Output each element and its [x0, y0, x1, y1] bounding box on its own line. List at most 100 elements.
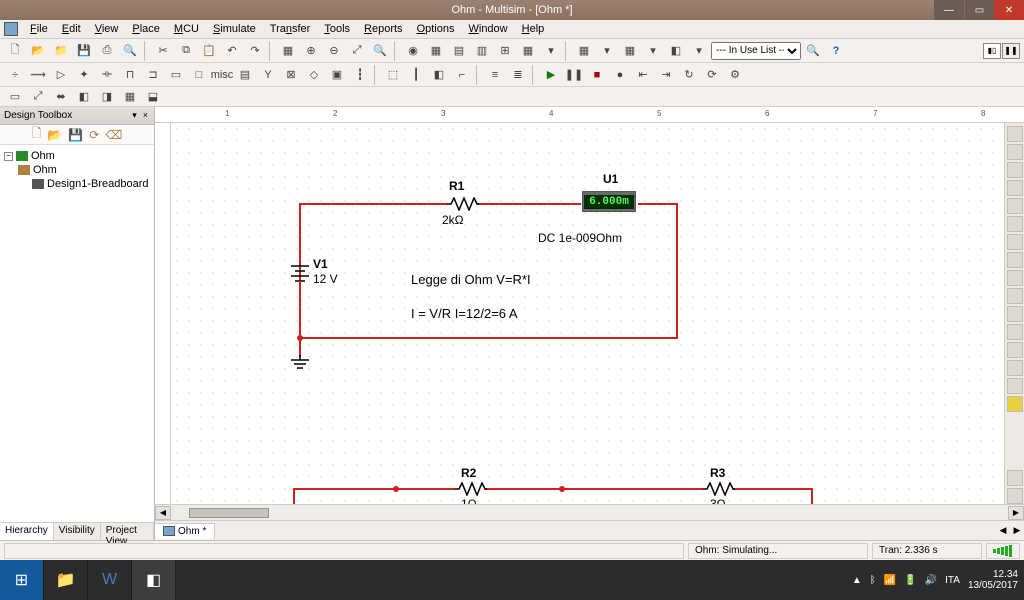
align-a[interactable]: ≡ — [484, 65, 506, 85]
sim-pause-button[interactable]: ❚❚ — [563, 65, 585, 85]
tool-a[interactable]: ◉ — [402, 41, 424, 61]
instr-1[interactable] — [1007, 126, 1023, 142]
note-1[interactable]: Legge di Ohm V=R*I — [411, 272, 531, 287]
tb-open-icon[interactable]: 📂 — [47, 128, 62, 142]
window-maximize-button[interactable]: ▭ — [964, 0, 994, 20]
preview-button[interactable]: 🔍 — [119, 41, 141, 61]
menu-transfer[interactable]: Transfer — [264, 22, 317, 36]
scrollbar-thumb[interactable] — [189, 508, 269, 518]
menu-options[interactable]: Options — [411, 22, 461, 36]
menu-edit[interactable]: Edit — [56, 22, 87, 36]
menu-view[interactable]: View — [89, 22, 125, 36]
tray-wifi-icon[interactable]: 📶 — [884, 575, 896, 586]
tree-breadboard[interactable]: Design1-Breadboard — [32, 177, 152, 191]
ex-g[interactable]: ⬓ — [142, 87, 164, 107]
place-b[interactable]: ┃ — [405, 65, 427, 85]
zoom-area-button[interactable]: 🔍 — [369, 41, 391, 61]
comp-n[interactable]: ◇ — [303, 65, 325, 85]
comp-k[interactable]: ▤ — [234, 65, 256, 85]
tb-new-icon[interactable]: 🗋 — [32, 124, 42, 145]
v1-symbol[interactable] — [289, 258, 311, 288]
instr-9[interactable] — [1007, 270, 1023, 286]
comp-o[interactable]: ▣ — [326, 65, 348, 85]
instr-17[interactable] — [1007, 470, 1023, 486]
r1-symbol[interactable] — [447, 197, 479, 211]
taskbar-explorer[interactable]: 📁 — [44, 560, 88, 600]
r2-label[interactable]: R2 — [461, 466, 476, 480]
menu-help[interactable]: Help — [516, 22, 551, 36]
scroll-right-icon[interactable]: ▶ — [1008, 506, 1024, 520]
help-button[interactable]: ? — [825, 41, 847, 61]
comp-p[interactable]: ┇ — [349, 65, 371, 85]
new-button[interactable]: 🗋 — [4, 41, 26, 61]
tab-project-view[interactable]: Project View — [101, 523, 154, 540]
tray-clock[interactable]: 12.34 13/05/2017 — [968, 569, 1018, 591]
comp-b[interactable]: ⟿ — [27, 65, 49, 85]
cut-button[interactable]: ✂ — [152, 41, 174, 61]
instr-13[interactable] — [1007, 342, 1023, 358]
sim-run-switch[interactable]: ▮▯ — [983, 43, 1001, 59]
instr-5[interactable] — [1007, 198, 1023, 214]
comp-g[interactable]: ⊐ — [142, 65, 164, 85]
menu-place[interactable]: Place — [126, 22, 166, 36]
menu-window[interactable]: Window — [462, 22, 513, 36]
instr-6[interactable] — [1007, 216, 1023, 232]
menu-simulate[interactable]: Simulate — [207, 22, 262, 36]
comp-i[interactable]: □ — [188, 65, 210, 85]
undo-button[interactable]: ↶ — [221, 41, 243, 61]
ex-b[interactable]: ⤢ — [27, 87, 49, 107]
tab-visibility[interactable]: Visibility — [54, 523, 101, 540]
tb-refresh-icon[interactable]: ⟳ — [89, 128, 99, 142]
redo-button[interactable]: ↷ — [244, 41, 266, 61]
tb-del-icon[interactable]: ⌫ — [105, 128, 122, 142]
comp-f[interactable]: ⊓ — [119, 65, 141, 85]
ex-a[interactable]: ▭ — [4, 87, 26, 107]
r3-value[interactable]: 3Ω — [710, 497, 726, 504]
menu-mcu[interactable]: MCU — [168, 22, 205, 36]
instr-16[interactable] — [1007, 396, 1023, 412]
sim-step3[interactable]: ↻ — [678, 65, 700, 85]
tray-battery-icon[interactable]: 🔋 — [904, 575, 916, 586]
r2-value[interactable]: 1Ω — [461, 497, 477, 504]
open2-button[interactable]: 📁 — [50, 41, 72, 61]
tool-f[interactable]: ▦ — [517, 41, 539, 61]
tray-volume-icon[interactable]: 🔊 — [925, 575, 937, 586]
comp-m[interactable]: ⊠ — [280, 65, 302, 85]
r2-symbol[interactable] — [455, 482, 487, 496]
taskbar-word[interactable]: W — [88, 560, 132, 600]
sim-rec[interactable]: ● — [609, 65, 631, 85]
place-a[interactable]: ⬚ — [382, 65, 404, 85]
tab-nav-left[interactable]: ◀ — [996, 525, 1010, 536]
taskbar-multisim[interactable]: ◧ — [132, 560, 176, 600]
tool-h[interactable]: ▦ — [573, 41, 595, 61]
ex-c[interactable]: ⬌ — [50, 87, 72, 107]
schematic-canvas[interactable]: R1 2kΩ V1 12 V — [171, 123, 1004, 504]
save-button[interactable]: 💾 — [73, 41, 95, 61]
tool-c[interactable]: ▤ — [448, 41, 470, 61]
tool-j[interactable]: ▦ — [619, 41, 641, 61]
ex-e[interactable]: ◨ — [96, 87, 118, 107]
comp-h[interactable]: ▭ — [165, 65, 187, 85]
instr-12[interactable] — [1007, 324, 1023, 340]
tray-lang[interactable]: ITA — [945, 575, 960, 586]
u1-meter[interactable]: 6.000m — [582, 191, 636, 212]
r1-label[interactable]: R1 — [449, 179, 464, 193]
tool-m[interactable]: ▾ — [688, 41, 710, 61]
paste-button[interactable]: 📋 — [198, 41, 220, 61]
r3-label[interactable]: R3 — [710, 466, 725, 480]
tree-ohm[interactable]: Ohm — [18, 163, 152, 177]
instr-4[interactable] — [1007, 180, 1023, 196]
comp-c[interactable]: ▷ — [50, 65, 72, 85]
zoom-window-button[interactable]: ▦ — [277, 41, 299, 61]
instr-18[interactable] — [1007, 488, 1023, 504]
tool-g[interactable]: ▾ — [540, 41, 562, 61]
sim-run-button[interactable]: ▶ — [540, 65, 562, 85]
comp-e[interactable]: ⟛ — [96, 65, 118, 85]
r1-value[interactable]: 2kΩ — [442, 213, 464, 227]
u1-sub[interactable]: DC 1e-009Ohm — [538, 231, 622, 245]
instr-2[interactable] — [1007, 144, 1023, 160]
tool-n[interactable]: 🔍 — [802, 41, 824, 61]
window-minimize-button[interactable]: — — [934, 0, 964, 20]
tab-nav-right[interactable]: ▶ — [1010, 525, 1024, 536]
sim-cfg[interactable]: ⚙ — [724, 65, 746, 85]
